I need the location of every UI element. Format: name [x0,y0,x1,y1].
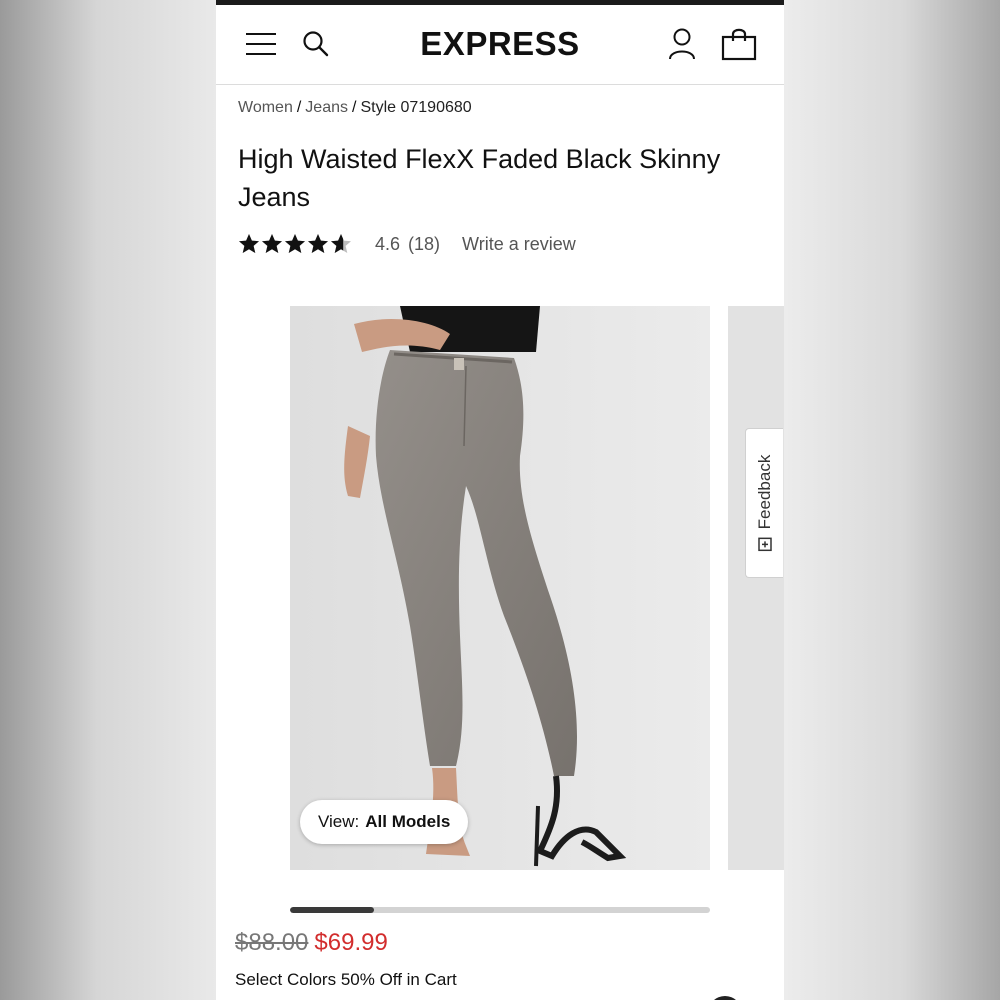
background-right [784,0,1000,1000]
gallery-scrollbar[interactable] [290,907,710,913]
star-icon [331,234,351,253]
feedback-label: Feedback [754,454,774,530]
background-left [0,0,216,1000]
star-icon [262,234,282,253]
chat-button[interactable] [708,996,742,1000]
mobile-page: EXPRESS Women / Jeans / Style 07190680 High … [216,0,784,1000]
original-price: $88.00 [235,929,309,956]
breadcrumb-separator: / [352,99,357,116]
star-icon [285,234,305,253]
product-title: High Waisted FlexX Faded Black Skinny Je… [238,144,721,212]
breadcrumb: Women / Jeans / Style 07190680 [238,99,472,117]
breadcrumb-current: Style 07190680 [360,99,472,116]
view-label: View: [318,812,360,831]
breadcrumb-separator: / [296,99,302,116]
rating-value: 4.6 [375,233,401,254]
view-all-models-button[interactable]: View: All Models [300,800,469,844]
star-icon [308,234,328,253]
next-product-image[interactable] [728,306,784,870]
promo-message: Select Colors 50% Off in Cart [235,970,457,989]
feedback-tab[interactable]: Feedback [745,428,783,578]
view-value: All Models [365,812,451,831]
shopping-bag-icon[interactable] [721,27,757,61]
product-image[interactable]: View: All Models [290,306,710,870]
breadcrumb-link-jeans[interactable]: Jeans [305,99,348,116]
account-icon[interactable] [667,27,697,61]
breadcrumb-link-women[interactable]: Women [238,99,293,116]
product-rating: 4.6 (18) Write a review [238,232,576,256]
star-rating[interactable] [238,233,353,255]
product-photo [290,306,710,870]
product-price: $88.00 $69.99 [235,929,388,957]
gallery-scroll-thumb[interactable] [290,907,374,913]
site-header: EXPRESS [216,5,784,85]
review-count[interactable]: (18) [408,234,440,255]
write-review-link[interactable]: Write a review [462,234,576,255]
star-icon [239,234,259,253]
brand-logo[interactable]: EXPRESS [216,25,784,63]
feedback-icon [757,537,772,552]
sale-price: $69.99 [314,929,388,956]
